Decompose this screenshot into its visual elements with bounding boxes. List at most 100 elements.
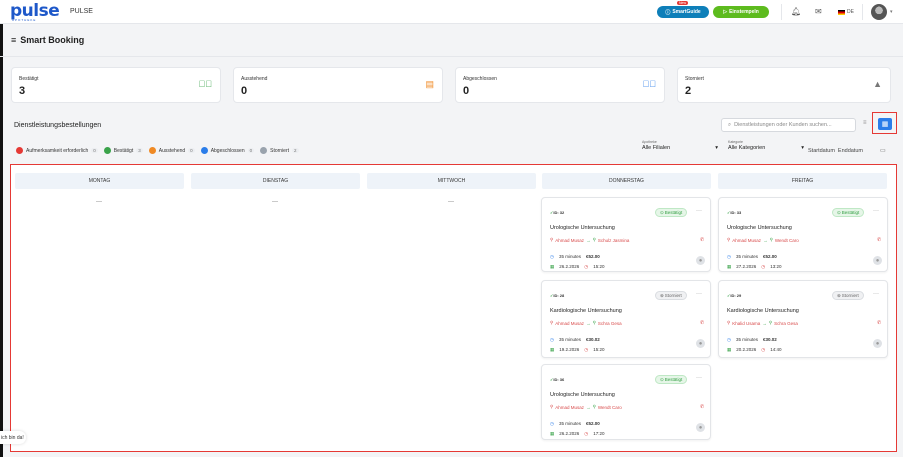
status-dot: [260, 147, 268, 154]
clock-icon: ◷: [584, 347, 589, 352]
date: 26.2.2026: [559, 431, 580, 436]
person-icon: ⚲: [550, 404, 554, 409]
flag-de-icon: [838, 9, 845, 15]
chevron-down-icon[interactable]: ▾: [890, 9, 893, 15]
booking-card[interactable]: ✓ID: 33 ⊙ Bestätigt ··· Urologische Unter…: [718, 197, 888, 272]
phone-icon[interactable]: ✆: [700, 320, 704, 326]
day-label: FREITAG: [791, 178, 814, 184]
end-date-field[interactable]: Enddatum: [838, 148, 863, 154]
new-badge: New: [677, 1, 689, 5]
status-filter-attention[interactable]: Aufmerksamkeit erforderlich 0: [16, 147, 98, 154]
check-circle-icon: ⊙: [660, 209, 664, 215]
stat-card-confirmed: Bestätigt 3 ✓⃝: [11, 67, 221, 103]
arrow-right-icon: →: [762, 320, 767, 326]
phone-icon[interactable]: ✆: [877, 320, 881, 326]
status-dot: [148, 147, 156, 154]
calendar-icon[interactable]: ▭: [880, 147, 886, 154]
mail-icon[interactable]: ✉: [815, 7, 822, 16]
duration: 35 minutes: [735, 254, 758, 259]
stat-card-completed: Abgeschlossen 0 ✓⃝: [455, 67, 665, 103]
status-badge: ⊙ Bestätigt: [832, 208, 865, 217]
menu-icon[interactable]: ≡: [11, 35, 16, 45]
status-badge: ⊙ Bestätigt: [655, 208, 688, 217]
phone-icon[interactable]: ✆: [700, 237, 704, 243]
more-options-icon[interactable]: ···: [696, 208, 702, 214]
status-count: 0: [247, 148, 255, 153]
arrow-right-icon: →: [586, 237, 591, 243]
column-header-friday: FREITAG: [718, 173, 887, 189]
clock-icon: ◷: [550, 254, 554, 259]
divider: [0, 56, 903, 57]
phone-icon[interactable]: ✆: [877, 237, 881, 243]
date-range[interactable]: Startdatum Enddatum: [808, 148, 863, 154]
staff-name: Khalid Usama: [732, 320, 761, 326]
booking-card[interactable]: ✓ID: 36 ⊙ Bestätigt ··· Urologische Unter…: [541, 364, 711, 440]
cancel-circle-icon: ⊗: [660, 292, 664, 298]
status-count: 3: [136, 148, 143, 153]
smart-guide-button[interactable]: ⓘ SmartGuide: [657, 6, 709, 18]
duration-row: ◷ 35 minutes €52.00: [550, 254, 600, 260]
arrow-right-icon: →: [586, 320, 591, 326]
einstempeln-button[interactable]: ▷ Einstempeln: [713, 6, 769, 18]
apotheke-select[interactable]: Apotheke Alle Filialen ▾: [642, 140, 718, 156]
service-name: Kardiologische Untersuchung: [550, 308, 622, 314]
status-label: Aufmerksamkeit erforderlich: [26, 147, 89, 154]
more-options-icon[interactable]: ···: [696, 375, 702, 381]
staff-name: Ahmad Musaz: [555, 320, 585, 326]
duration: 35 minutes: [735, 337, 758, 342]
clock-icon: ◷: [727, 254, 731, 259]
status-filter-pending[interactable]: Ausstehend 0: [148, 147, 195, 154]
booking-id-text: ID: 32: [553, 210, 565, 215]
search-input[interactable]: ⌕ Dienstleistungen oder Kunden suchen...: [721, 118, 856, 132]
status-filter-confirmed[interactable]: Bestätigt 3: [103, 147, 143, 154]
booking-card[interactable]: ✓ID: 28 ⊗ Storniert ··· Kardiologische Un…: [541, 280, 711, 358]
stat-value: 0: [241, 85, 248, 97]
stat-card-cancelled: Storniert 2 ▲: [677, 67, 891, 103]
start-date-field[interactable]: Startdatum: [808, 148, 835, 154]
avatar: ●: [873, 339, 882, 348]
time: 15:20: [593, 347, 605, 352]
booking-card[interactable]: ✓ID: 29 ⊗ Storniert ··· Kardiologische Un…: [718, 280, 888, 358]
status-filter-row: Aufmerksamkeit erforderlich 0 Bestätigt …: [16, 147, 299, 154]
stat-label: Abgeschlossen: [463, 76, 497, 82]
status-badge: ⊗ Storniert: [832, 291, 864, 300]
duration: 35 minutes: [558, 421, 581, 426]
day-label: DONNERSTAG: [609, 178, 644, 184]
user-avatar[interactable]: [871, 4, 887, 20]
more-options-icon[interactable]: ···: [873, 291, 879, 297]
booking-card[interactable]: ✓ID: 32 ⊙ Bestätigt ··· Urologische Unter…: [541, 197, 711, 272]
list-view-icon[interactable]: ≡: [863, 120, 867, 126]
service-name: Urologische Untersuchung: [550, 392, 615, 398]
status-filter-cancelled[interactable]: Storniert 2: [260, 147, 299, 154]
status-filter-completed[interactable]: Abgeschlossen 0: [200, 147, 255, 154]
status-badge-label: Storniert: [664, 293, 682, 298]
booking-id: ✓ID: 28: [550, 293, 564, 298]
kategorie-select[interactable]: Kategorie Alle Kategorien ▾: [728, 140, 804, 156]
grid-view-button[interactable]: ▦: [878, 118, 892, 130]
customer-name: Schra Gesa: [597, 320, 622, 326]
page-title: ≡ Smart Booking: [11, 35, 84, 45]
left-window-edge: [0, 24, 3, 457]
empty-placeholder: —: [448, 199, 454, 205]
date: 26.2.2026: [559, 264, 580, 269]
section-title: Dienstleistungsbestellungen: [14, 122, 102, 129]
status-dot: [103, 147, 111, 154]
more-options-icon[interactable]: ···: [696, 291, 702, 297]
avatar: ●: [696, 423, 705, 432]
column-header-monday: MONTAG: [15, 173, 184, 189]
chat-label: ich bin da!: [1, 434, 24, 441]
bell-icon[interactable]: 🔔︎: [791, 7, 801, 16]
divider: [781, 4, 782, 20]
phone-icon[interactable]: ✆: [700, 404, 704, 410]
check-circle-icon: ⊙: [660, 376, 664, 382]
search-icon: ⌕: [728, 121, 732, 128]
language-label: DE: [847, 9, 854, 15]
more-options-icon[interactable]: ···: [873, 208, 879, 214]
chat-widget[interactable]: ich bin da!: [0, 431, 26, 444]
person-icon: ⚲: [592, 320, 596, 325]
people-row: ⚲ Ahmad Musaz → ⚲ Schra Gesa: [550, 320, 622, 326]
language-selector[interactable]: DE: [838, 9, 854, 15]
price: €52.00: [585, 421, 600, 426]
day-label: DIENSTAG: [262, 178, 289, 184]
booking-id-text: ID: 29: [730, 293, 742, 298]
